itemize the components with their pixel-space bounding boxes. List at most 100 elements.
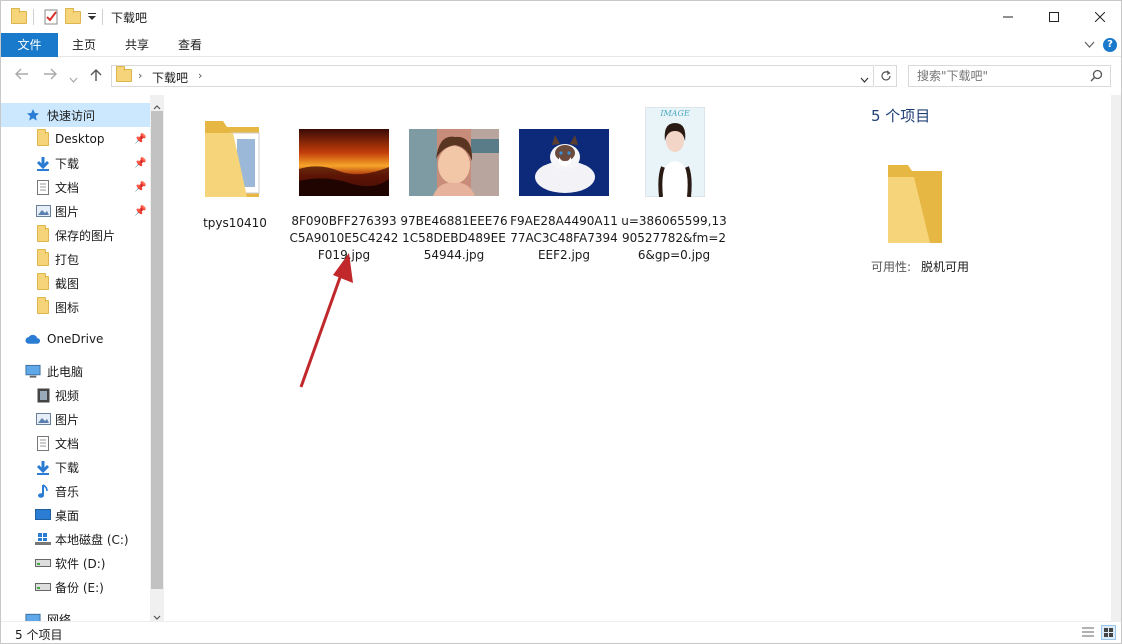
- file-item-folder[interactable]: tpys10410: [195, 109, 275, 230]
- computer-icon: [25, 363, 41, 379]
- nav-item-desktop[interactable]: Desktop 📌: [1, 127, 150, 151]
- help-icon[interactable]: ?: [1103, 38, 1117, 52]
- pin-icon[interactable]: 📌: [134, 182, 146, 193]
- nav-item-pc-pictures[interactable]: 图片: [1, 407, 150, 431]
- tab-file[interactable]: 文件: [1, 33, 58, 57]
- nav-item-drive-d[interactable]: 软件 (D:): [1, 551, 150, 575]
- ribbon: 文件 主页 共享 查看 ?: [1, 33, 1121, 57]
- minimize-button[interactable]: [985, 1, 1031, 33]
- cat-thumbnail: [519, 129, 609, 196]
- cloud-icon: [25, 331, 41, 347]
- file-item-image[interactable]: 97BE46881EEE761C58DEBD489EE54944.jpg: [399, 109, 509, 262]
- portrait-thumbnail: IMAGE: [645, 107, 705, 197]
- title-bar: 下载吧: [1, 1, 1121, 33]
- nav-item-pc-documents[interactable]: 文档: [1, 431, 150, 455]
- file-name: u=386065599,1390527782&fm=26&gp=0.jpg: [621, 214, 727, 262]
- nav-item-videos[interactable]: 视频: [1, 383, 150, 407]
- folder-icon: [35, 225, 51, 243]
- folder-icon: [35, 297, 51, 315]
- nav-network[interactable]: 网络: [1, 607, 150, 621]
- file-name: F9AE28A4490A1177AC3C48FA7394EEF2.jpg: [510, 214, 618, 262]
- annotation-arrow-icon: [299, 253, 353, 388]
- status-bar: 5 个项目: [1, 621, 1121, 643]
- tab-home[interactable]: 主页: [58, 33, 110, 57]
- pin-icon[interactable]: 📌: [134, 206, 146, 217]
- folder-icon: [116, 66, 132, 85]
- availability-value: 脱机可用: [921, 260, 970, 274]
- status-count: 5 个项目: [15, 628, 63, 642]
- properties-icon[interactable]: [43, 8, 59, 26]
- breadcrumb-separator-icon[interactable]: ›: [198, 69, 202, 82]
- search-icon[interactable]: [1090, 69, 1103, 85]
- forward-arrow-icon[interactable]: [43, 68, 57, 84]
- details-pane: 5 个项目 可用性: 脱机可用: [846, 95, 1111, 621]
- address-dropdown-icon[interactable]: [860, 72, 869, 86]
- file-item-image[interactable]: 8F090BFF276393C5A9010E5C4242F019.jpg: [289, 109, 399, 262]
- availability-label: 可用性:: [871, 260, 912, 274]
- nav-item-music[interactable]: 音乐: [1, 479, 150, 503]
- nav-item-pictures[interactable]: 图片 📌: [1, 199, 150, 223]
- maximize-button[interactable]: [1031, 1, 1077, 33]
- tab-view[interactable]: 查看: [164, 33, 216, 57]
- details-count: 5 个项目: [871, 107, 931, 125]
- search-box[interactable]: [908, 65, 1111, 87]
- breadcrumb-item[interactable]: 下载吧: [152, 69, 188, 86]
- large-icons-view-icon[interactable]: [1101, 625, 1116, 640]
- nav-quick-access[interactable]: 快速访问: [1, 103, 150, 127]
- nav-item-drive-e[interactable]: 备份 (E:): [1, 575, 150, 599]
- up-arrow-icon[interactable]: [90, 68, 102, 86]
- divider: [33, 8, 34, 26]
- close-button[interactable]: [1077, 1, 1121, 33]
- drive-icon: [35, 579, 51, 595]
- back-arrow-icon[interactable]: [15, 68, 29, 84]
- refresh-button[interactable]: [875, 65, 897, 87]
- navigation-pane: 快速访问 Desktop 📌 下载 📌 文档 📌 图片 📌 保存的图片 打包 截…: [1, 95, 150, 621]
- new-folder-icon[interactable]: [65, 7, 81, 26]
- details-view-icon[interactable]: [1081, 626, 1095, 641]
- network-icon: [25, 611, 41, 621]
- nav-item-screenshots[interactable]: 截图: [1, 271, 150, 295]
- folder-icon: [35, 273, 51, 291]
- nav-item-desktop-pc[interactable]: 桌面: [1, 503, 150, 527]
- folder-icon: [11, 7, 27, 26]
- pin-icon[interactable]: 📌: [134, 158, 146, 169]
- file-item-image[interactable]: F9AE28A4490A1177AC3C48FA7394EEF2.jpg: [509, 109, 619, 262]
- file-item-image[interactable]: IMAGE u=386065599,1390527782&fm=26&gp=0.…: [619, 105, 729, 262]
- address-bar[interactable]: › 下载吧 ›: [111, 65, 874, 87]
- search-input[interactable]: [909, 66, 1089, 86]
- document-icon: [35, 435, 51, 451]
- pictures-icon: [35, 411, 51, 427]
- nav-onedrive[interactable]: OneDrive: [1, 327, 150, 351]
- pin-icon[interactable]: 📌: [134, 134, 146, 145]
- customize-toolbar-icon[interactable]: [87, 8, 97, 26]
- tab-share[interactable]: 共享: [110, 33, 164, 57]
- svg-text:IMAGE: IMAGE: [659, 109, 690, 118]
- explorer-window: 下载吧 文件 主页 共享 查看 ? › 下载吧 › 搜索"下载吧" 快速访问 D…: [0, 0, 1122, 644]
- nav-item-downloads[interactable]: 下载 📌: [1, 151, 150, 175]
- expand-ribbon-icon[interactable]: [1084, 39, 1095, 52]
- divider: [102, 8, 103, 26]
- pictures-icon: [35, 203, 51, 219]
- nav-item-documents[interactable]: 文档 📌: [1, 175, 150, 199]
- folder-icon: [35, 129, 51, 147]
- refresh-icon: [880, 70, 891, 81]
- download-arrow-icon: [35, 155, 51, 171]
- music-note-icon: [35, 483, 51, 499]
- desktop-icon: [35, 507, 51, 523]
- large-folder-icon: [205, 121, 260, 197]
- large-folder-icon: [888, 165, 942, 243]
- nav-item-pc-downloads[interactable]: 下载: [1, 455, 150, 479]
- details-scrollbar[interactable]: [1111, 95, 1121, 621]
- file-name: 97BE46881EEE761C58DEBD489EE54944.jpg: [400, 214, 508, 262]
- nav-item-saved-pictures[interactable]: 保存的图片: [1, 223, 150, 247]
- sunset-thumbnail: [299, 129, 389, 196]
- nav-item-drive-c[interactable]: 本地磁盘 (C:): [1, 527, 150, 551]
- folder-icon: [35, 249, 51, 267]
- recent-locations-icon[interactable]: [69, 71, 78, 87]
- nav-scrollbar-thumb[interactable]: [151, 111, 163, 589]
- nav-this-pc[interactable]: 此电脑: [1, 359, 150, 383]
- window-title: 下载吧: [111, 11, 148, 25]
- nav-item-icons[interactable]: 图标: [1, 295, 150, 319]
- nav-item-package[interactable]: 打包: [1, 247, 150, 271]
- file-list: tpys10410 8F090BFF276393C5A9010E5C4242F0…: [165, 95, 845, 621]
